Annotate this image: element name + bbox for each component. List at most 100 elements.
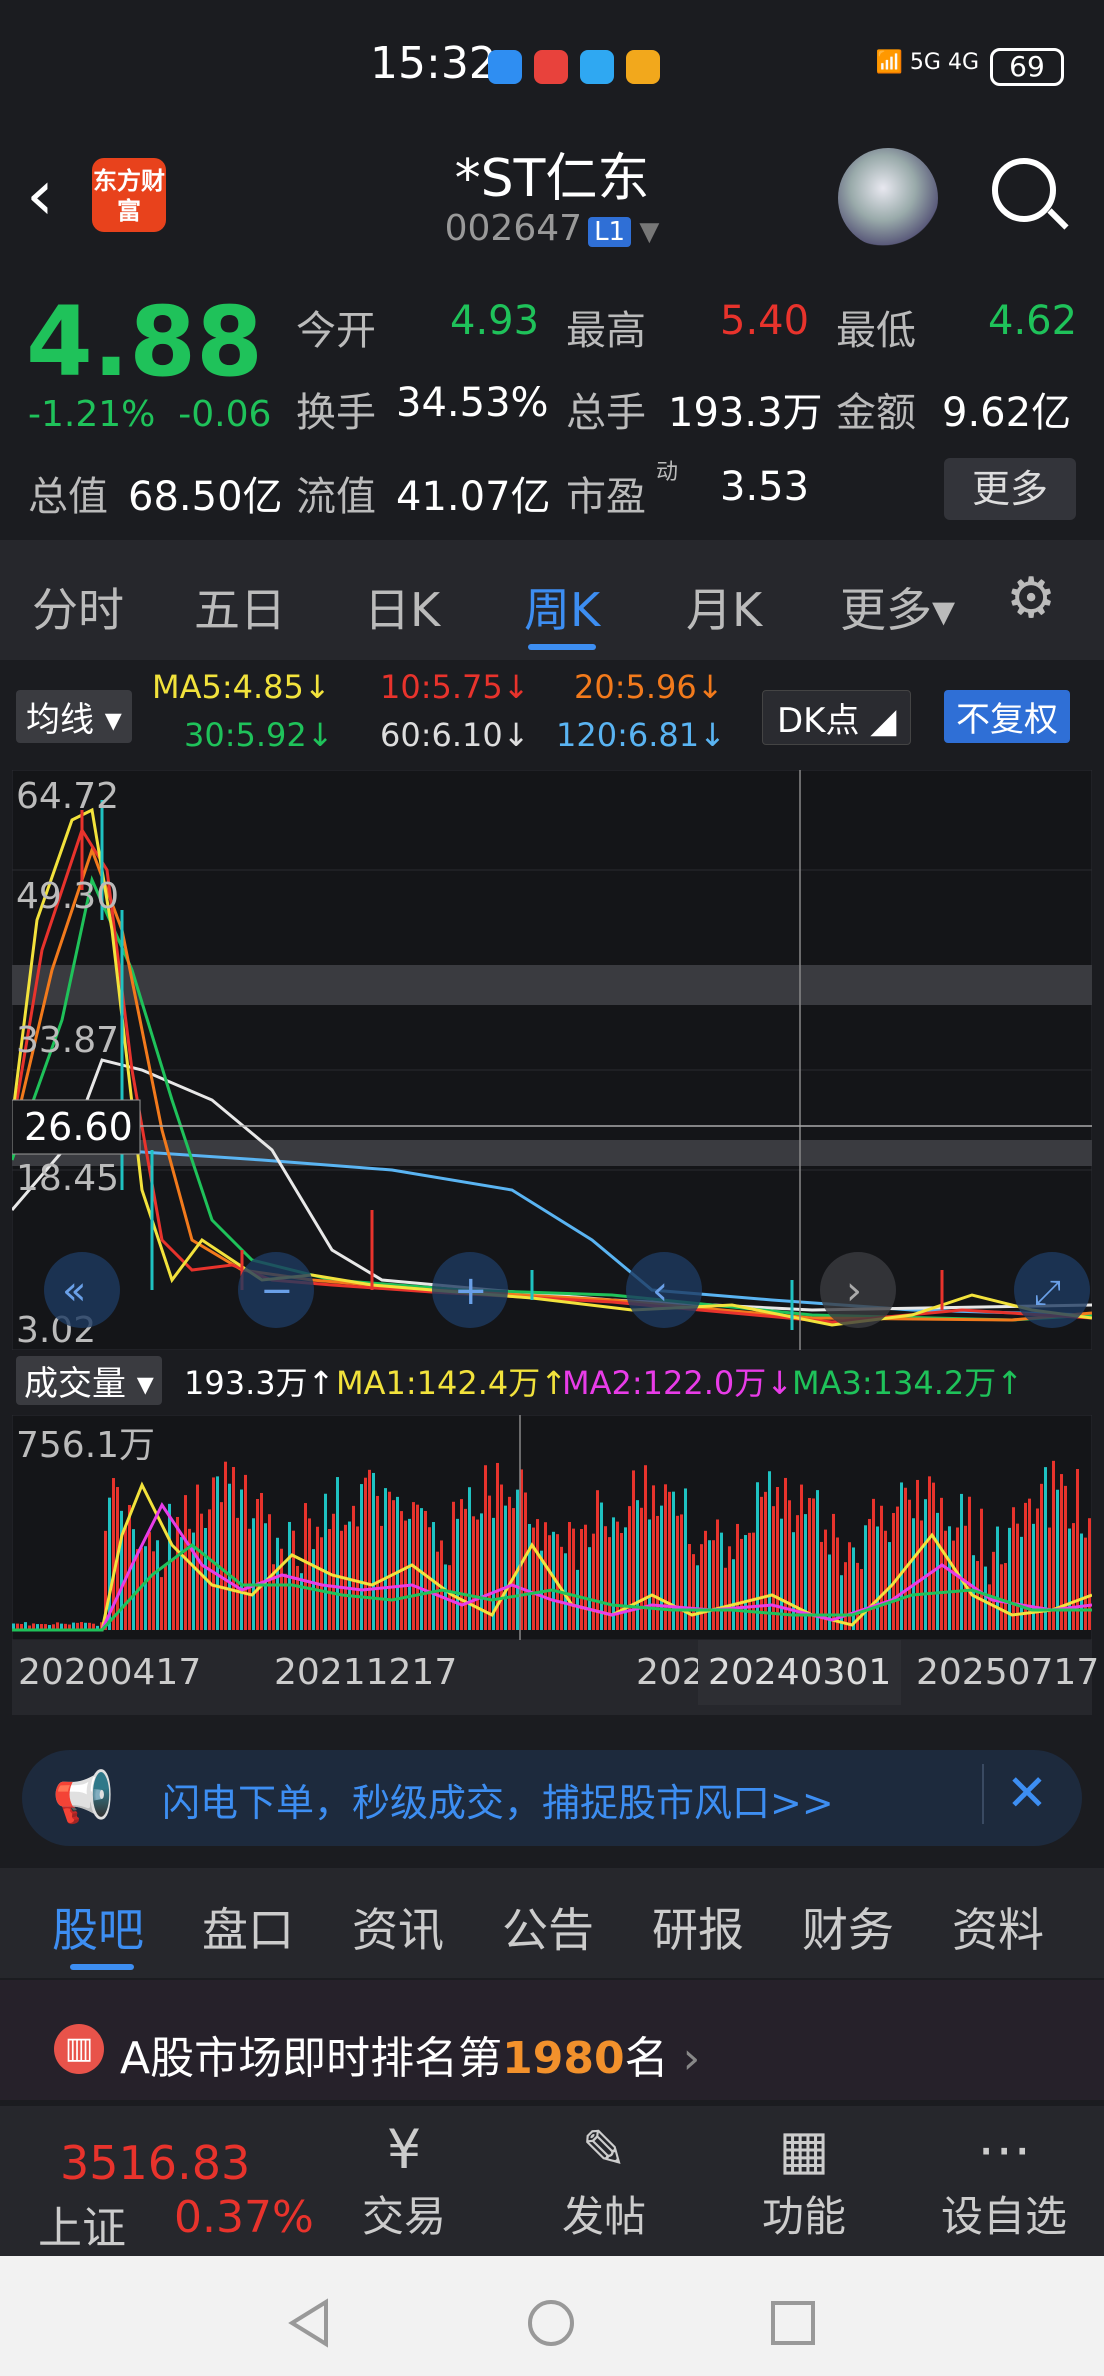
- dk-point-button[interactable]: DK点 ◢: [762, 690, 911, 745]
- volume-plot[interactable]: 756.1万: [12, 1415, 1092, 1640]
- amount-label: 金额: [836, 380, 916, 438]
- ma10-label: 10:5.75↓: [380, 668, 530, 706]
- svg-text:−: −: [260, 1268, 294, 1314]
- yen-icon: ¥: [334, 2118, 474, 2181]
- rank-text: A股市场即时排名第1980名 ›: [120, 2022, 700, 2086]
- signal-icon: 📶 5G 4G: [876, 50, 979, 75]
- turnover-label: 换手: [296, 380, 376, 438]
- back-nav-icon[interactable]: [286, 2298, 336, 2348]
- tab-zhouk[interactable]: 周K: [524, 574, 600, 640]
- pe-sup: 动: [656, 454, 678, 486]
- y-tick-2: 49.30: [16, 876, 119, 917]
- date-tick-5: 20250717: [916, 1652, 1099, 1693]
- volume-selector[interactable]: 成交量 ▾: [16, 1356, 162, 1405]
- quote-panel: 4.88 -1.21% -0.06 今开 4.93 最高 5.40 最低 4.6…: [0, 272, 1104, 537]
- date-tick-1: 20200417: [18, 1652, 201, 1693]
- divider: [982, 1764, 984, 1824]
- vol-ma3: MA3:134.2万↑: [792, 1358, 1023, 1404]
- turnover-value: 34.53%: [396, 380, 549, 426]
- banner-text: 闪电下单，秒级成交，捕捉股市风口>>: [162, 1772, 834, 1827]
- battery-icon: 69: [990, 48, 1064, 86]
- home-nav-icon[interactable]: [526, 2298, 576, 2348]
- tab-gonggao[interactable]: 公告: [502, 1894, 594, 1960]
- tab-zixun[interactable]: 资讯: [352, 1894, 444, 1960]
- kline-plot[interactable]: 64.72 49.30 33.87 18.45 3.02 26.60 « − +…: [12, 770, 1092, 1350]
- y-tick-3: 33.87: [16, 1020, 119, 1061]
- post-button[interactable]: ✎ 发帖: [534, 2118, 674, 2244]
- more-button[interactable]: 更多: [944, 458, 1076, 520]
- edit-icon: ✎: [534, 2118, 674, 2181]
- volume-value: 193.3万: [668, 380, 823, 438]
- grid-icon: ▦: [734, 2118, 874, 2181]
- svg-text:›: ›: [846, 1268, 862, 1314]
- vol-ma1: MA1:142.4万↑: [336, 1358, 567, 1404]
- rank-bar[interactable]: ▥ A股市场即时排名第1980名 ›: [0, 1980, 1104, 2100]
- clock: 15:32: [370, 38, 497, 89]
- function-button[interactable]: ▦ 功能: [734, 2118, 874, 2244]
- svg-text:‹: ‹: [652, 1268, 668, 1314]
- cursor-price: 26.60: [24, 1105, 133, 1149]
- open-label: 今开: [296, 298, 376, 356]
- ma120-label: 120:6.81↓: [556, 716, 726, 754]
- tab-pankou[interactable]: 盘口: [202, 1894, 294, 1960]
- trade-button[interactable]: ¥ 交易: [334, 2118, 474, 2244]
- tab-fenshi[interactable]: 分时: [32, 574, 124, 640]
- tab-wuri[interactable]: 五日: [194, 574, 286, 640]
- no-adjust-button[interactable]: 不复权: [944, 690, 1070, 743]
- pe-label: 市盈: [566, 464, 646, 522]
- svg-text:⤢: ⤢: [1034, 1273, 1061, 1313]
- cursor-date: 20240301: [698, 1640, 901, 1705]
- active-tab-indicator: [528, 644, 596, 650]
- level-badge: L1: [588, 217, 631, 247]
- fcap-label: 流值: [296, 464, 376, 522]
- high-value: 5.40: [720, 298, 809, 344]
- status-bar: 15:32 📶 5G 4G 69: [0, 0, 1104, 130]
- ma5-label: MA5:4.85↓: [152, 668, 331, 706]
- y-tick-1: 64.72: [16, 776, 119, 817]
- open-value: 4.93: [450, 298, 539, 344]
- tab-caiwu[interactable]: 财务: [802, 1894, 894, 1960]
- tab-yanbao[interactable]: 研报: [652, 1894, 744, 1960]
- svg-text:«: «: [62, 1268, 86, 1314]
- index-name[interactable]: 上证: [38, 2192, 126, 2256]
- promo-banner[interactable]: 📢 闪电下单，秒级成交，捕捉股市风口>> ✕: [22, 1750, 1082, 1846]
- last-price: 4.88: [26, 286, 263, 398]
- ma-selector[interactable]: 均线 ▾: [16, 690, 132, 743]
- tab-yuek[interactable]: 月K: [686, 574, 762, 640]
- megaphone-icon: 📢: [52, 1768, 114, 1827]
- app-logo: 东方财富: [92, 158, 166, 232]
- recents-nav-icon[interactable]: [768, 2298, 818, 2348]
- tab-ziliao[interactable]: 资料: [952, 1894, 1044, 1960]
- mcap-value: 68.50亿: [128, 464, 283, 522]
- date-axis: 20200417 20211217 202 20240301 20250717: [12, 1640, 1092, 1715]
- ma30-label: 30:5.92↓: [184, 716, 334, 754]
- robot-avatar-icon[interactable]: [838, 148, 938, 248]
- back-icon[interactable]: ‹: [26, 160, 54, 230]
- ma20-label: 20:5.96↓: [574, 668, 724, 706]
- search-icon[interactable]: [992, 158, 1056, 222]
- close-icon[interactable]: ✕: [1006, 1764, 1048, 1822]
- search-notify-icon: [580, 50, 614, 84]
- tab-guba[interactable]: 股吧: [52, 1894, 144, 1960]
- svg-text:+: +: [454, 1268, 488, 1314]
- tab-more[interactable]: 更多▾: [840, 574, 955, 640]
- tab-rik[interactable]: 日K: [364, 574, 440, 640]
- date-tick-2: 20211217: [274, 1652, 457, 1693]
- index-value[interactable]: 3516.83: [60, 2136, 250, 2190]
- mail-notify-icon: [534, 50, 568, 84]
- cup-notify-icon: [626, 50, 660, 84]
- date-tick-3: 202: [636, 1652, 705, 1693]
- kline-chart: 均线 ▾ MA5:4.85↓ 10:5.75↓ 20:5.96↓ 30:5.92…: [0, 660, 1104, 1730]
- amount-value: 9.62亿: [942, 380, 1071, 438]
- volume-max-tick: 756.1万: [16, 1425, 155, 1466]
- index-pct[interactable]: 0.37%: [174, 2192, 314, 2243]
- gear-icon[interactable]: ⚙: [1006, 566, 1056, 631]
- add-watchlist-button[interactable]: ⋯ 设自选: [934, 2118, 1074, 2244]
- volume-current: 193.3万↑: [184, 1358, 334, 1404]
- pe-value: 3.53: [720, 464, 809, 510]
- y-tick-4: 18.45: [16, 1158, 119, 1199]
- high-label: 最高: [566, 298, 646, 356]
- kline-tabs: 分时 五日 日K 周K 月K 更多▾ ⚙: [0, 540, 1104, 660]
- active-section-indicator: [70, 1964, 134, 1970]
- rank-chart-icon: ▥: [54, 2024, 104, 2074]
